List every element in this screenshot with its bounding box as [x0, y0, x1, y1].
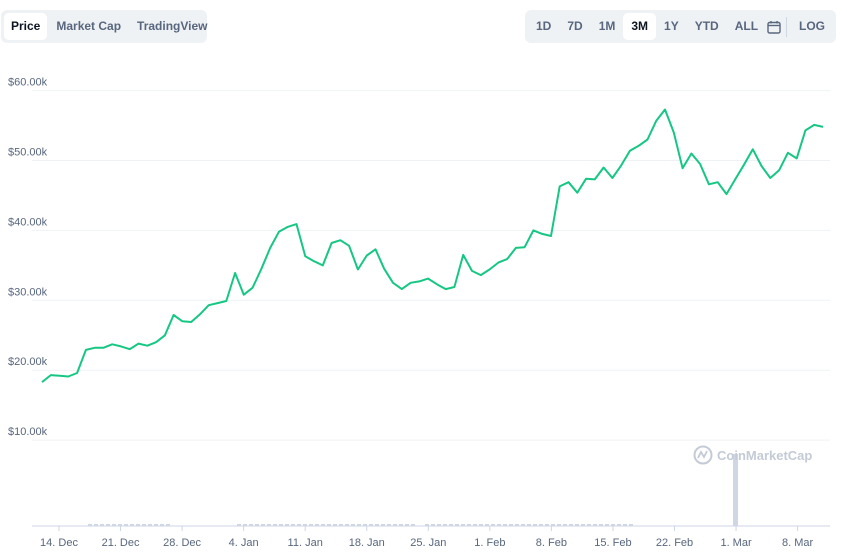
y-tick-label: $20.00k: [8, 356, 48, 368]
x-tick-label: 15. Feb: [594, 537, 631, 549]
x-tick-label: 8. Feb: [536, 537, 567, 549]
watermark-text: CoinMarketCap: [717, 448, 812, 463]
x-tick-label: 21. Dec: [102, 537, 140, 549]
x-tick-label: 25. Jan: [410, 537, 446, 549]
watermark: CoinMarketCap: [693, 445, 812, 465]
x-tick-label: 4. Jan: [229, 537, 259, 549]
x-tick-label: 11. Jan: [288, 537, 323, 549]
y-tick-label: $10.00k: [8, 426, 48, 438]
x-tick-label: 28. Dec: [163, 537, 201, 549]
x-tick-label: 18. Jan: [349, 537, 385, 549]
x-tick-label: 14. Dec: [40, 537, 78, 549]
x-axis: 14. Dec 21. Dec 28. Dec 4. Jan 11. Jan 18. Ja…: [32, 525, 830, 549]
y-axis: $10.00k $20.00k $30.00k $40.00k $50.00k $60.0…: [8, 77, 48, 439]
price-line: [41, 108, 824, 383]
volume-bar: [733, 454, 738, 526]
grid-lines: [32, 90, 830, 441]
x-tick-label: 22. Feb: [656, 537, 693, 549]
y-tick-label: $50.00k: [8, 147, 48, 159]
y-tick-label: $40.00k: [8, 216, 48, 228]
x-tick-label: 8. Mar: [782, 537, 814, 549]
x-tick-label: 1. Mar: [720, 537, 752, 549]
coinmarketcap-logo-icon: [693, 445, 713, 465]
y-tick-label: $60.00k: [8, 77, 48, 89]
y-tick-label: $30.00k: [8, 286, 48, 298]
volume-bars: [88, 454, 738, 526]
price-chart: $10.00k $20.00k $30.00k $40.00k $50.00k $60.0…: [8, 77, 830, 549]
x-tick-label: 1. Feb: [474, 537, 505, 549]
